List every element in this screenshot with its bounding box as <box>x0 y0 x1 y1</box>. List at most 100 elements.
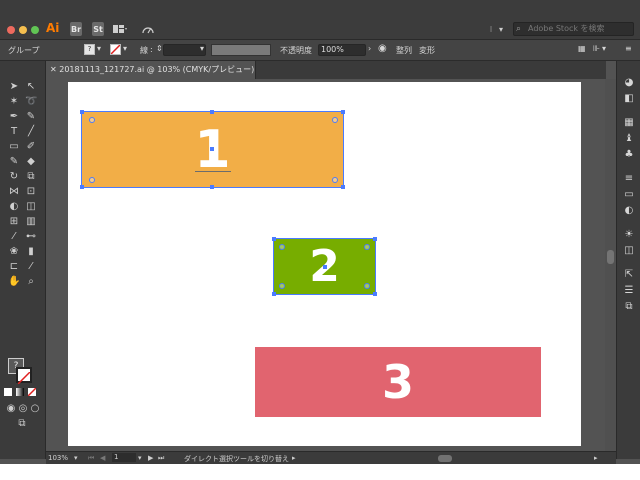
previous-artboard-icon[interactable]: ◀ <box>100 454 105 462</box>
bounding-box-handle[interactable] <box>80 185 84 189</box>
none-mode-button[interactable] <box>27 387 37 397</box>
scroll-right-icon[interactable]: ▸ <box>594 454 598 462</box>
chevron-down-icon[interactable]: ▾ <box>74 454 78 462</box>
chevron-down-icon[interactable]: ▾ <box>497 22 505 36</box>
chevron-down-icon[interactable]: ▾ <box>602 44 606 53</box>
gradient-mode-button[interactable] <box>16 388 24 396</box>
recolor-artwork-icon[interactable]: ◉ <box>378 43 387 54</box>
curvature-tool-icon[interactable]: ✎ <box>25 111 37 123</box>
bounding-box-handle[interactable] <box>210 110 214 114</box>
corner-widget[interactable] <box>332 117 338 123</box>
mesh-tool-icon[interactable]: ⊞ <box>8 216 20 228</box>
align-button[interactable]: 整列 <box>396 45 412 56</box>
chevron-right-icon[interactable]: › <box>368 44 371 53</box>
eraser-tool-icon[interactable]: ◆ <box>25 156 37 168</box>
zoom-window-button[interactable] <box>31 26 39 34</box>
chevron-down-icon[interactable]: ▾ <box>123 44 127 53</box>
corner-widget[interactable] <box>279 283 285 289</box>
fill-indicator[interactable]: ? <box>84 44 95 55</box>
color-panel-icon[interactable]: ◕ <box>623 77 635 89</box>
document-tab[interactable]: ✕ 20181113_121727.ai @ 103% (CMYK/プレビュー) <box>46 61 256 79</box>
symbols-panel-icon[interactable]: ♣ <box>623 149 635 161</box>
slice-tool-icon[interactable]: ⁄ <box>25 261 37 273</box>
brushes-panel-icon[interactable]: ♝ <box>623 133 635 145</box>
artwork-rectangle[interactable]: 3 <box>255 347 541 417</box>
corner-widget[interactable] <box>364 283 370 289</box>
corner-widget[interactable] <box>89 177 95 183</box>
shape-builder-tool-icon[interactable]: ◐ <box>8 201 20 213</box>
last-artboard-icon[interactable]: ⏭ <box>158 454 164 463</box>
appearance-panel-icon[interactable]: ☀ <box>623 229 635 241</box>
transparency-panel-icon[interactable]: ◐ <box>623 205 635 217</box>
bounding-box-handle[interactable] <box>341 110 345 114</box>
artboard-number-field[interactable]: 1 <box>112 453 136 462</box>
align-options-icon[interactable]: ⊪ <box>593 44 600 53</box>
chevron-down-icon[interactable]: ▾ <box>97 44 101 53</box>
gradient-panel-icon[interactable]: ▭ <box>623 189 635 201</box>
vertical-scrollbar[interactable] <box>605 79 616 451</box>
width-tool-icon[interactable]: ⋈ <box>8 186 20 198</box>
first-artboard-icon[interactable]: ⏮ <box>88 454 94 463</box>
rectangle-tool-icon[interactable]: ▭ <box>8 141 20 153</box>
type-tool-icon[interactable]: T <box>8 126 20 138</box>
corner-widget[interactable] <box>364 244 370 250</box>
stroke-swatch[interactable] <box>16 367 32 385</box>
screen-mode-icon[interactable]: ⧉ <box>16 418 28 430</box>
rotate-tool-icon[interactable]: ↻ <box>8 171 20 183</box>
perspective-grid-tool-icon[interactable]: ◫ <box>25 201 37 213</box>
opacity-field[interactable]: 100% <box>318 44 366 56</box>
layers-panel-icon[interactable]: ☰ <box>623 285 635 297</box>
gpu-performance-button[interactable] <box>140 22 156 36</box>
bounding-box-handle[interactable] <box>272 292 276 296</box>
stock-button[interactable]: St <box>92 22 104 36</box>
artboard-tool-icon[interactable]: ⊏ <box>8 261 20 273</box>
swatches-panel-icon[interactable]: ▦ <box>623 117 635 129</box>
direct-selection-tool-icon[interactable]: ↖ <box>25 81 37 93</box>
draw-behind-icon[interactable]: ◎ <box>17 403 29 415</box>
corner-widget[interactable] <box>279 244 285 250</box>
panel-menu-icon[interactable]: ≡ <box>625 44 632 53</box>
column-graph-tool-icon[interactable]: ▮ <box>25 246 37 258</box>
artboard[interactable]: 1 2 3 <box>68 82 581 446</box>
graphic-style-swatch[interactable] <box>211 44 271 56</box>
draw-normal-icon[interactable]: ◉ <box>5 403 17 415</box>
hand-tool-icon[interactable]: ✋ <box>8 276 20 288</box>
lasso-tool-icon[interactable]: ➰ <box>25 96 37 108</box>
symbol-sprayer-tool-icon[interactable]: ❀ <box>8 246 20 258</box>
bounding-box-handle[interactable] <box>80 110 84 114</box>
draw-inside-icon[interactable]: ○ <box>29 403 41 415</box>
artboards-panel-icon[interactable]: ⧉ <box>623 301 635 313</box>
bridge-button[interactable]: Br <box>70 22 82 36</box>
next-artboard-icon[interactable]: ▶ <box>148 454 153 462</box>
vertical-scroll-thumb[interactable] <box>607 250 614 264</box>
stroke-stepper-icon[interactable]: ⇕ <box>156 44 163 53</box>
bounding-box-handle[interactable] <box>210 185 214 189</box>
gradient-tool-icon[interactable]: ▥ <box>25 216 37 228</box>
corner-widget[interactable] <box>89 117 95 123</box>
transform-button[interactable]: 変形 <box>419 45 435 56</box>
selection-tool-icon[interactable]: ➤ <box>8 81 20 93</box>
pen-tool-icon[interactable]: ✒ <box>8 111 20 123</box>
stock-search-input[interactable]: ⌕ Adobe Stock を検索 <box>513 22 634 36</box>
export-panel-icon[interactable]: ⇱ <box>623 269 635 281</box>
graphic-styles-icon[interactable]: ◫ <box>623 245 635 257</box>
color-mode-button[interactable] <box>4 388 12 396</box>
chevron-down-icon[interactable]: ▾ <box>138 454 142 462</box>
zoom-tool-icon[interactable]: ⌕ <box>25 276 37 288</box>
workspace-menu[interactable]: ⁝ <box>486 22 496 36</box>
panel-grid-icon[interactable]: ▦ <box>578 44 586 53</box>
status-menu-icon[interactable]: ▸ <box>292 454 296 462</box>
shaper-tool-icon[interactable]: ✎ <box>8 156 20 168</box>
magic-wand-tool-icon[interactable]: ✶ <box>8 96 20 108</box>
scale-tool-icon[interactable]: ⧉ <box>25 171 37 183</box>
bounding-box-handle[interactable] <box>373 237 377 241</box>
stroke-panel-icon[interactable]: ≡ <box>623 173 635 185</box>
zoom-level[interactable]: 103% <box>48 454 68 462</box>
line-tool-icon[interactable]: ╱ <box>25 126 37 138</box>
eyedropper-tool-icon[interactable]: ⁄ <box>8 231 20 243</box>
workspace-layout-button[interactable] <box>111 22 129 36</box>
tab-close-icon[interactable]: ✕ <box>50 65 57 74</box>
corner-widget[interactable] <box>332 177 338 183</box>
color-guide-icon[interactable]: ◧ <box>623 93 635 105</box>
bounding-box-handle[interactable] <box>373 292 377 296</box>
